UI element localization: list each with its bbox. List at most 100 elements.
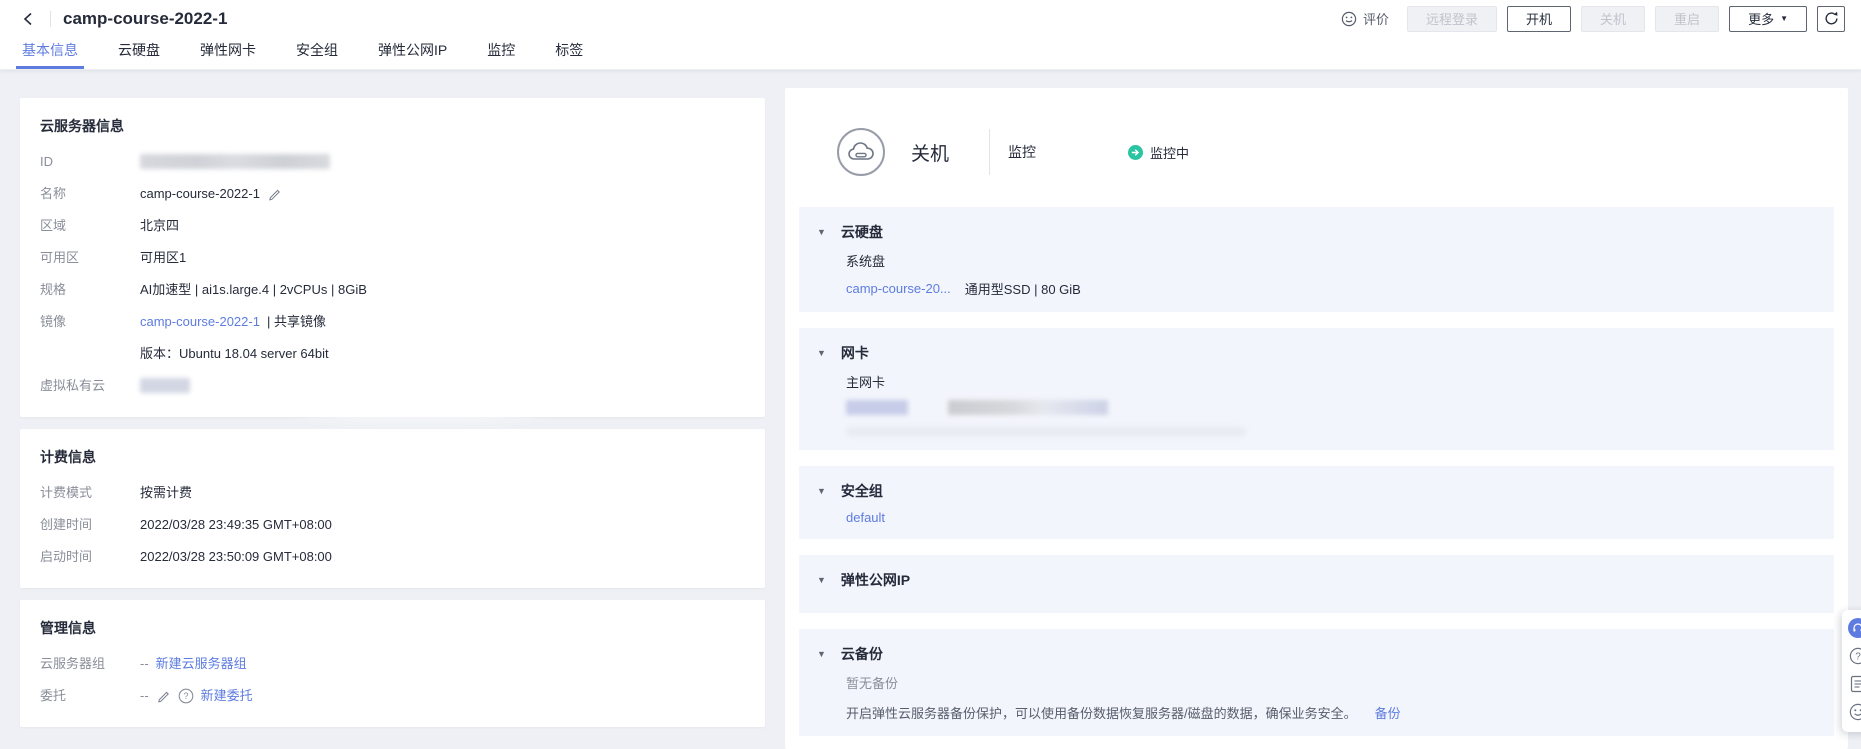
docs-button[interactable] [1848,674,1861,694]
row-name: 名称 camp-course-2022-1 [40,183,745,204]
section-security-group: ▼ 安全组 default [799,466,1834,539]
power-on-button[interactable]: 开机 [1507,6,1571,32]
row-created-time: 创建时间 2022/03/28 23:49:35 GMT+08:00 [40,514,745,535]
backup-description: 开启弹性云服务器备份保护，可以使用备份数据恢复服务器/磁盘的数据，确保业务安全。 [846,703,1357,722]
edit-name-icon[interactable] [267,186,282,201]
disk-spec: 通用型SSD | 80 GiB [965,279,1081,298]
collapse-arrow-icon: ▼ [817,650,826,659]
section-security-group-header[interactable]: ▼ 安全组 [817,476,1816,510]
image-link[interactable]: camp-course-2022-1 [140,311,260,332]
card-title: 云服务器信息 [40,116,745,136]
section-disk-header[interactable]: ▼ 云硬盘 [817,217,1816,251]
side-toolbar: ? [1842,610,1861,732]
section-eip-header[interactable]: ▼ 弹性公网IP [817,565,1816,599]
edit-agency-icon[interactable] [156,688,171,703]
billing-info-card: 计费信息 计费模式 按需计费 创建时间 2022/03/28 23:49:35 … [20,429,765,588]
backup-link[interactable]: 备份 [1375,703,1401,722]
row-agency: 委托 -- ? 新建委托 [40,685,745,706]
row-az: 可用区 可用区1 [40,247,745,268]
smiley-icon [1341,11,1357,27]
status-header: 关机 监控 监控中 [799,88,1834,176]
main-content: 云服务器信息 ID 名称 camp-course-2022-1 区域 北京四 [0,70,1861,749]
page-title: camp-course-2022-1 [63,9,227,29]
status-panel: 关机 监控 监控中 ▼ 云硬盘 系统盘 [785,88,1848,749]
server-group-value: -- [140,653,149,674]
nic-type-label: 主网卡 [846,372,1816,391]
help-button[interactable]: ? [1848,646,1861,666]
disk-type-label: 系统盘 [846,251,1816,270]
server-info-card: 云服务器信息 ID 名称 camp-course-2022-1 区域 北京四 [20,98,765,417]
row-vpc: 虚拟私有云 [40,375,745,396]
redacted-nic-ip [846,400,908,415]
security-group-link[interactable]: default [846,510,885,525]
section-backup-header[interactable]: ▼ 云备份 [817,639,1816,673]
restart-button[interactable]: 重启 [1655,6,1719,32]
image-version: 版本：Ubuntu 18.04 server 64bit [140,343,329,364]
tab-security-groups[interactable]: 安全组 [294,35,340,69]
remote-login-button[interactable]: 远程登录 [1407,6,1497,32]
more-label: 更多 [1748,9,1774,28]
feedback-label: 评价 [1363,9,1389,28]
back-button[interactable] [18,9,38,29]
disk-link[interactable]: camp-course-20... [846,281,951,296]
collapse-arrow-icon: ▼ [817,487,826,496]
cloud-server-icon [847,141,875,163]
power-off-button[interactable]: 关机 [1581,6,1645,32]
tab-tags[interactable]: 标签 [553,35,585,69]
refresh-button[interactable] [1817,6,1845,32]
more-button[interactable]: 更多 ▼ [1729,6,1807,32]
monitor-status-text: 监控中 [1150,143,1189,162]
monitoring-active-icon [1128,145,1143,160]
section-nic-header[interactable]: ▼ 网卡 [817,338,1816,372]
redacted-vpc-value [140,378,190,393]
tab-basic-info[interactable]: 基本信息 [20,35,80,69]
row-region: 区域 北京四 [40,215,745,236]
create-agency-link[interactable]: 新建委托 [201,685,253,706]
divider [989,129,990,175]
section-eip: ▼ 弹性公网IP [799,555,1834,613]
management-info-card: 管理信息 云服务器组 -- 新建云服务器组 委托 -- ? [20,600,765,727]
tab-nics[interactable]: 弹性网卡 [198,35,258,69]
divider [50,11,51,27]
card-title: 管理信息 [40,618,745,638]
refresh-icon [1824,11,1839,26]
help-icon[interactable]: ? [178,688,194,704]
redaction-smudge [846,427,1246,436]
row-image-version: 版本：Ubuntu 18.04 server 64bit [40,343,745,364]
monitor-status: 监控中 [1128,143,1189,162]
back-icon [22,12,34,26]
collapse-arrow-icon: ▼ [817,349,826,358]
tab-monitoring[interactable]: 监控 [485,35,517,69]
server-status-badge [837,128,885,176]
image-type: | 共享镜像 [267,311,326,332]
support-button[interactable] [1848,618,1861,638]
server-status-text: 关机 [911,139,949,166]
feedback-link[interactable]: 评价 [1341,9,1389,28]
question-icon: ? [1849,647,1861,665]
tab-eips[interactable]: 弹性公网IP [376,35,449,69]
server-name: camp-course-2022-1 [140,183,260,204]
backup-empty-text: 暂无备份 [846,673,1816,692]
row-billing-mode: 计费模式 按需计费 [40,482,745,503]
disk-row: camp-course-20... 通用型SSD | 80 GiB [846,279,1816,298]
resource-sections: ▼ 云硬盘 系统盘 camp-course-20... 通用型SSD | 80 … [799,207,1834,736]
feedback-button[interactable] [1848,702,1861,722]
tab-disks[interactable]: 云硬盘 [116,35,162,69]
smiley-icon [1849,703,1861,721]
svg-text:?: ? [183,691,188,701]
row-spec: 规格 AI加速型 | ai1s.large.4 | 2vCPUs | 8GiB [40,279,745,300]
headset-icon [1848,618,1861,638]
chevron-down-icon: ▼ [1780,15,1788,23]
section-disk: ▼ 云硬盘 系统盘 camp-course-20... 通用型SSD | 80 … [799,207,1834,312]
svg-text:?: ? [1855,652,1861,663]
topbar: camp-course-2022-1 评价 远程登录 开机 关机 重启 更多 ▼ [0,0,1861,37]
collapse-arrow-icon: ▼ [817,228,826,237]
redacted-id-value [140,154,330,169]
agency-value: -- [140,685,149,706]
card-title: 计费信息 [40,447,745,467]
redacted-nic-id [948,400,1108,415]
row-image: 镜像 camp-course-2022-1 | 共享镜像 [40,311,745,332]
create-server-group-link[interactable]: 新建云服务器组 [156,653,247,674]
row-server-group: 云服务器组 -- 新建云服务器组 [40,653,745,674]
section-backup: ▼ 云备份 暂无备份 开启弹性云服务器备份保护，可以使用备份数据恢复服务器/磁盘… [799,629,1834,736]
